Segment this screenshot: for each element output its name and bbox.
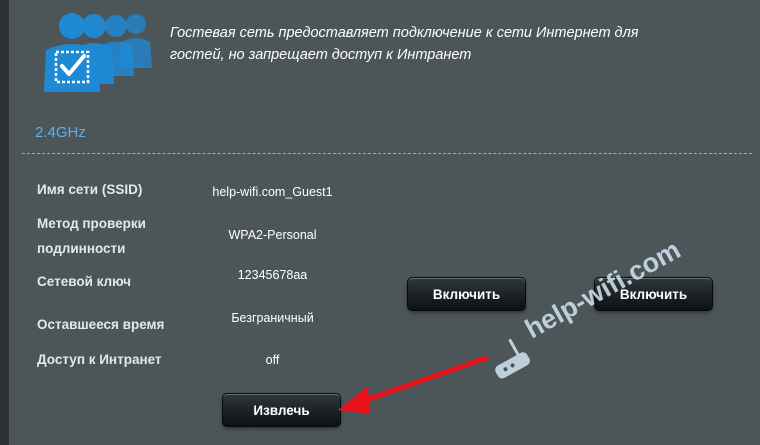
section-divider [22,153,752,154]
band-title: 2.4GHz [35,124,86,141]
guest-network-description: Гостевая сеть предоставляет подключение … [170,22,670,66]
description-line-2: гостей, но запрещает доступ к Интранет [170,47,472,63]
description-line-1: Гостевая сеть предоставляет подключение … [170,25,639,41]
auth-method-label: Метод проверки подлинности [37,211,146,261]
auth-method-label-line-2: подлинности [37,241,126,256]
intranet-access-label: Доступ к Интранет [37,352,162,367]
remaining-time-value: Безграничный [231,311,314,325]
network-key-label: Сетевой ключ [37,274,131,289]
auth-method-label-line-1: Метод проверки [37,216,146,231]
ssid-value: help-wifi.com_Guest1 [212,185,333,199]
enable-button-1[interactable]: Включить [407,277,526,311]
intranet-access-value: off [265,353,280,367]
ssid-label: Имя сети (SSID) [37,182,143,197]
remove-button[interactable]: Извлечь [222,393,341,427]
left-edge-strip [0,0,9,445]
network-key-value: 12345678aa [237,268,308,282]
guest-network-icon [44,13,152,92]
auth-method-value: WPA2-Personal [228,228,317,242]
red-arrow-annotation [338,355,489,414]
remaining-time-label: Оставшееся время [37,317,165,332]
